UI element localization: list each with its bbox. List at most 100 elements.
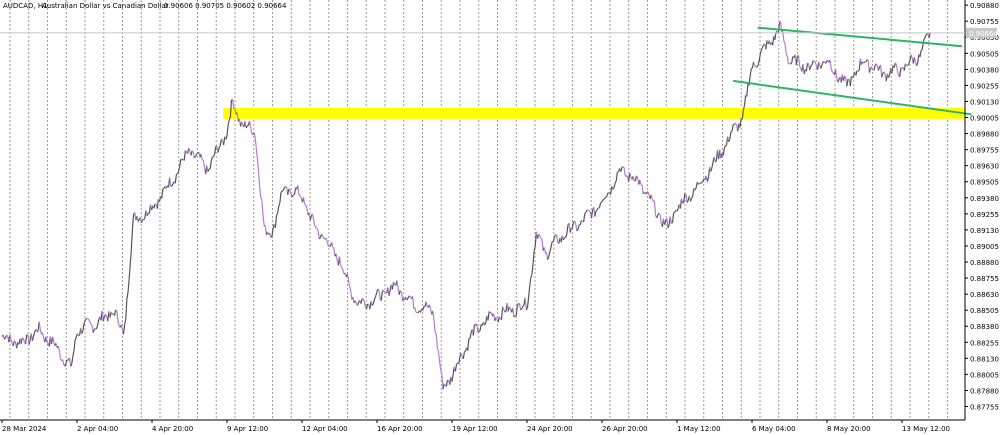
y-tick-label: 0.90380 <box>970 66 999 74</box>
price-segment <box>813 60 816 64</box>
price-segment <box>682 201 685 204</box>
price-segment <box>730 130 733 133</box>
chart-background <box>0 0 1000 435</box>
price-segment <box>701 180 704 183</box>
price-segment <box>285 185 287 188</box>
price-segment <box>93 328 96 330</box>
x-tick-label: 2 Apr 04:00 <box>77 425 118 433</box>
price-segment <box>581 219 583 222</box>
price-segment <box>399 290 402 293</box>
price-segment <box>280 190 283 193</box>
x-tick-label: 24 Apr 20:00 <box>527 425 573 433</box>
price-segment <box>46 342 49 344</box>
price-segment <box>87 318 90 321</box>
y-tick-label: 0.89505 <box>970 179 999 187</box>
price-segment <box>831 71 834 74</box>
support-zone <box>223 107 965 119</box>
price-segment <box>588 210 591 213</box>
x-tick-label: 28 Mar 2024 <box>2 425 47 433</box>
price-segment <box>281 189 284 192</box>
y-tick-label: 0.90880 <box>970 2 999 10</box>
x-tick-label: 16 Apr 20:00 <box>377 425 423 433</box>
price-segment <box>540 238 543 240</box>
y-tick-label: 0.90005 <box>970 115 999 123</box>
y-tick-label: 0.89380 <box>970 195 999 203</box>
y-tick-label: 0.88505 <box>970 307 999 315</box>
price-segment <box>176 173 178 176</box>
price-segment <box>329 245 331 248</box>
price-segment <box>518 302 520 305</box>
price-segment <box>408 295 411 298</box>
price-segment <box>304 203 307 206</box>
price-segment <box>283 186 286 189</box>
y-tick-label: 0.90755 <box>970 18 999 26</box>
price-segment <box>538 233 541 236</box>
price-chart[interactable]: 0.908800.907550.906300.905050.903800.902… <box>0 0 1000 435</box>
zone-layer <box>223 107 965 119</box>
price-segment <box>600 201 602 204</box>
price-segment <box>863 61 866 64</box>
price-segment <box>671 222 673 224</box>
price-segment <box>673 211 676 214</box>
price-segment <box>714 160 717 163</box>
y-tick-label: 0.88005 <box>970 371 999 379</box>
price-segment <box>602 198 605 201</box>
price-segment <box>807 62 810 65</box>
price-segment <box>478 330 481 332</box>
y-tick-label: 0.90505 <box>970 50 999 58</box>
y-tick-label: 0.89130 <box>970 227 999 235</box>
y-tick-label: 0.89255 <box>970 211 999 219</box>
price-segment <box>522 304 525 307</box>
price-segment <box>700 182 703 184</box>
y-tick-label: 0.89755 <box>970 147 999 155</box>
price-segment <box>603 197 606 200</box>
current-price-label: 0.90664 <box>969 30 998 38</box>
price-segment <box>640 183 643 186</box>
y-tick-label: 0.90255 <box>970 82 999 90</box>
price-segment <box>920 48 923 51</box>
x-tick-label: 19 Apr 12:00 <box>452 425 498 433</box>
y-tick-label: 0.89005 <box>970 243 999 251</box>
price-segment <box>866 59 869 61</box>
price-segment <box>377 288 380 291</box>
y-tick-label: 0.87880 <box>970 387 999 395</box>
price-segment <box>520 308 523 311</box>
price-segment <box>443 383 446 386</box>
price-segment <box>477 330 480 333</box>
price-segment <box>115 309 118 311</box>
price-segment <box>298 194 301 197</box>
y-tick-label: 0.88880 <box>970 259 999 267</box>
y-tick-label: 0.88130 <box>970 355 999 363</box>
price-segment <box>513 315 516 318</box>
x-tick-label: 12 Apr 04:00 <box>302 425 348 433</box>
price-segment <box>645 192 648 195</box>
x-tick-label: 13 May 12:00 <box>902 425 950 433</box>
x-tick-label: 1 May 12:00 <box>677 425 721 433</box>
price-segment <box>196 152 199 155</box>
y-tick-label: 0.88380 <box>970 323 999 331</box>
price-segment <box>584 212 587 215</box>
price-segment <box>622 166 625 169</box>
chart-description: Australian Dollar vs Canadian Dollar <box>42 2 169 10</box>
x-tick-label: 26 Apr 20:00 <box>602 425 648 433</box>
price-segment <box>154 203 157 205</box>
price-segment <box>735 123 738 126</box>
y-tick-label: 0.87755 <box>970 404 999 412</box>
price-segment <box>495 317 498 320</box>
price-segment <box>751 67 753 70</box>
y-tick-label: 0.88755 <box>970 275 999 283</box>
price-segment <box>504 310 507 313</box>
price-segment <box>812 60 815 62</box>
x-tick-label: 4 Apr 20:00 <box>152 425 193 433</box>
chart-window: 0.90880 0.90755 0.90630 0.90505 0.90380 0.902… <box>0 0 1000 435</box>
y-tick-label: 0.90130 <box>970 98 999 106</box>
y-tick-label: 0.88255 <box>970 339 999 347</box>
price-segment <box>810 64 813 67</box>
x-tick-label: 9 Apr 12:00 <box>227 425 268 433</box>
price-segment <box>463 350 466 353</box>
x-tick-label: 6 May 04:00 <box>752 425 796 433</box>
y-tick-label: 0.88630 <box>970 291 999 299</box>
y-tick-label: 0.89630 <box>970 163 999 171</box>
x-tick-label: 8 May 20:00 <box>827 425 871 433</box>
chart-ohlc: 0.90606 0.90705 0.90602 0.90664 <box>164 2 287 10</box>
